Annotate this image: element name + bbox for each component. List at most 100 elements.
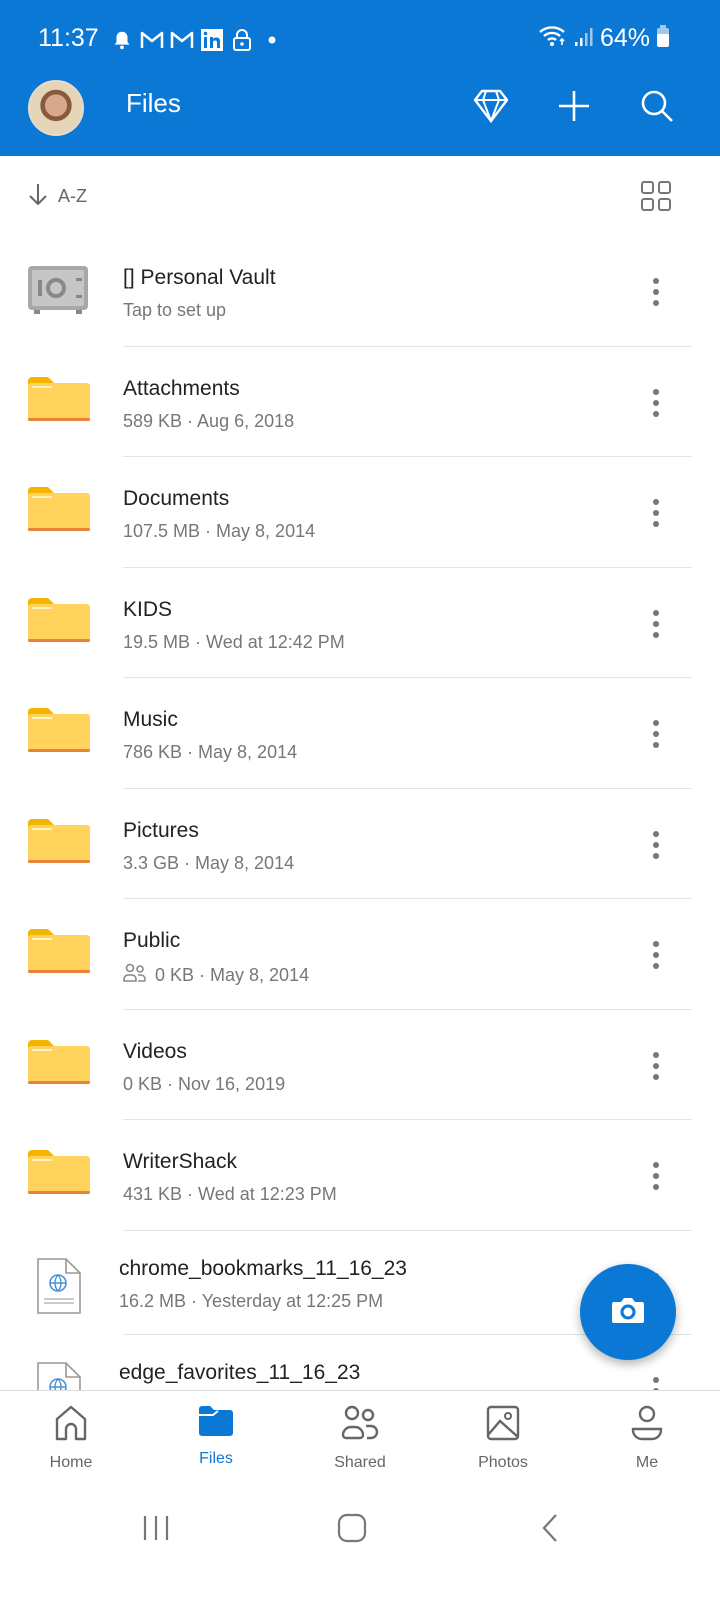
- item-name: Attachments: [123, 376, 240, 400]
- back-button[interactable]: [520, 1510, 580, 1550]
- camera-icon: [611, 1296, 645, 1329]
- more-options-button[interactable]: [644, 274, 668, 310]
- more-options-button[interactable]: [644, 716, 668, 752]
- folder-icon: [26, 1038, 92, 1090]
- grid-view-button[interactable]: [640, 180, 676, 216]
- sort-bar: A-Z: [0, 170, 720, 226]
- list-item-personal-vault[interactable]: [] Personal Vault Tap to set up: [0, 236, 720, 347]
- item-name: Pictures: [123, 818, 199, 842]
- nav-label: Home: [49, 1454, 93, 1471]
- lock-icon: [230, 28, 254, 52]
- dot-icon: [260, 28, 284, 52]
- list-item-folder[interactable]: Music 786 KB · May 8, 2014: [0, 678, 720, 789]
- more-options-button[interactable]: [644, 385, 668, 421]
- nav-label: Shared: [334, 1454, 386, 1471]
- system-status: 64%: [538, 24, 670, 53]
- back-chevron-icon: [540, 1513, 560, 1548]
- item-name: [] Personal Vault: [123, 266, 276, 289]
- more-options-button[interactable]: [644, 1048, 668, 1084]
- item-meta-text: 0 KB · May 8, 2014: [155, 965, 310, 985]
- item-meta: 19.5 MB · Wed at 12:42 PM: [123, 631, 345, 652]
- arrow-down-icon: [28, 182, 48, 211]
- nav-shared[interactable]: Shared: [300, 1405, 420, 1485]
- folder-icon: [26, 1148, 92, 1200]
- nav-label: Files: [199, 1450, 233, 1467]
- item-name: Videos: [123, 1039, 187, 1063]
- status-bar: 11:37 64%: [0, 22, 720, 62]
- item-name: chrome_bookmarks_11_16_23: [119, 1256, 407, 1280]
- nav-label: Photos: [478, 1454, 528, 1471]
- web-file-icon: [36, 1257, 82, 1315]
- list-item-folder[interactable]: WriterShack 431 KB · Wed at 12:23 PM: [0, 1120, 720, 1231]
- item-meta: 16.2 MB · Yesterday at 12:25 PM: [119, 1290, 384, 1311]
- status-time: 11:37: [38, 24, 99, 52]
- search-button[interactable]: [633, 84, 681, 132]
- more-options-button[interactable]: [644, 827, 668, 863]
- list-item-folder[interactable]: Videos 0 KB · Nov 16, 2019: [0, 1010, 720, 1120]
- nav-me[interactable]: Me: [587, 1405, 707, 1485]
- diamond-icon: [473, 89, 509, 128]
- recent-apps-button[interactable]: [126, 1510, 186, 1550]
- item-meta: Tap to set up: [123, 300, 227, 320]
- premium-button[interactable]: [467, 84, 515, 132]
- app-header: 11:37 64% Files: [0, 0, 720, 156]
- item-name: edge_favorites_11_16_23: [119, 1360, 361, 1384]
- item-name: Documents: [123, 487, 230, 510]
- add-button[interactable]: [550, 84, 598, 132]
- shared-people-icon: [123, 963, 147, 988]
- plus-icon: [557, 89, 591, 128]
- battery-icon: [656, 24, 670, 53]
- item-meta: 431 KB · Wed at 12:23 PM: [123, 1184, 337, 1204]
- list-item-folder[interactable]: KIDS 19.5 MB · Wed at 12:42 PM: [0, 568, 720, 678]
- more-options-button[interactable]: [644, 937, 668, 973]
- folder-filled-icon: [198, 1405, 234, 1442]
- cellular-signal-icon: [574, 25, 594, 52]
- recents-icon: [141, 1514, 171, 1547]
- avatar[interactable]: [28, 80, 84, 136]
- item-meta: 107.5 MB · May 8, 2014: [123, 521, 316, 541]
- photos-icon: [486, 1405, 520, 1446]
- nav-photos[interactable]: Photos: [443, 1405, 563, 1485]
- list-item-folder[interactable]: Attachments 589 KB · Aug 6, 2018: [0, 347, 720, 457]
- nav-label: Me: [635, 1454, 659, 1471]
- nav-home[interactable]: Home: [11, 1405, 131, 1485]
- file-list: [] Personal Vault Tap to set up Attachme…: [0, 236, 720, 1439]
- folder-icon: [26, 485, 92, 537]
- linkedin-icon: [200, 28, 224, 52]
- system-navigation-bar: [0, 1490, 720, 1600]
- more-options-button[interactable]: [644, 495, 668, 531]
- grid-icon: [640, 181, 672, 216]
- item-meta: 3.3 GB · May 8, 2014: [123, 852, 295, 873]
- folder-icon: [26, 375, 92, 427]
- search-icon: [640, 89, 674, 128]
- item-meta: 786 KB · May 8, 2014: [123, 742, 298, 762]
- sort-label: A-Z: [58, 186, 87, 206]
- gmail-icon: [140, 28, 164, 52]
- folder-icon: [26, 817, 92, 869]
- more-options-button[interactable]: [644, 606, 668, 642]
- item-meta: 589 KB · Aug 6, 2018: [123, 410, 295, 431]
- battery-percent: 64%: [599, 24, 650, 52]
- list-item-folder[interactable]: Public 0 KB · May 8, 2014: [0, 899, 720, 1010]
- item-name: Music: [123, 708, 178, 731]
- list-item-folder[interactable]: Documents 107.5 MB · May 8, 2014: [0, 457, 720, 568]
- folder-icon: [26, 596, 92, 648]
- sort-button[interactable]: A-Z: [28, 182, 87, 211]
- gmail-icon: [170, 28, 194, 52]
- bell-icon: [110, 28, 134, 52]
- item-meta: 0 KB · Nov 16, 2019: [123, 1073, 286, 1094]
- item-name: WriterShack: [123, 1150, 237, 1173]
- list-item-folder[interactable]: Pictures 3.3 GB · May 8, 2014: [0, 789, 720, 899]
- shared-icon: [341, 1405, 379, 1446]
- wifi-icon: [538, 25, 568, 52]
- camera-scan-button[interactable]: [580, 1264, 676, 1360]
- home-outline-icon: [337, 1513, 367, 1548]
- item-name: Public: [123, 929, 181, 952]
- home-system-button[interactable]: [322, 1510, 382, 1550]
- nav-files[interactable]: Files: [156, 1405, 276, 1485]
- vault-icon: [26, 264, 92, 316]
- page-title: Files: [126, 88, 181, 118]
- bottom-navigation: Home Files Shared Photos Me: [0, 1390, 720, 1490]
- folder-icon: [26, 927, 92, 979]
- more-options-button[interactable]: [644, 1158, 668, 1194]
